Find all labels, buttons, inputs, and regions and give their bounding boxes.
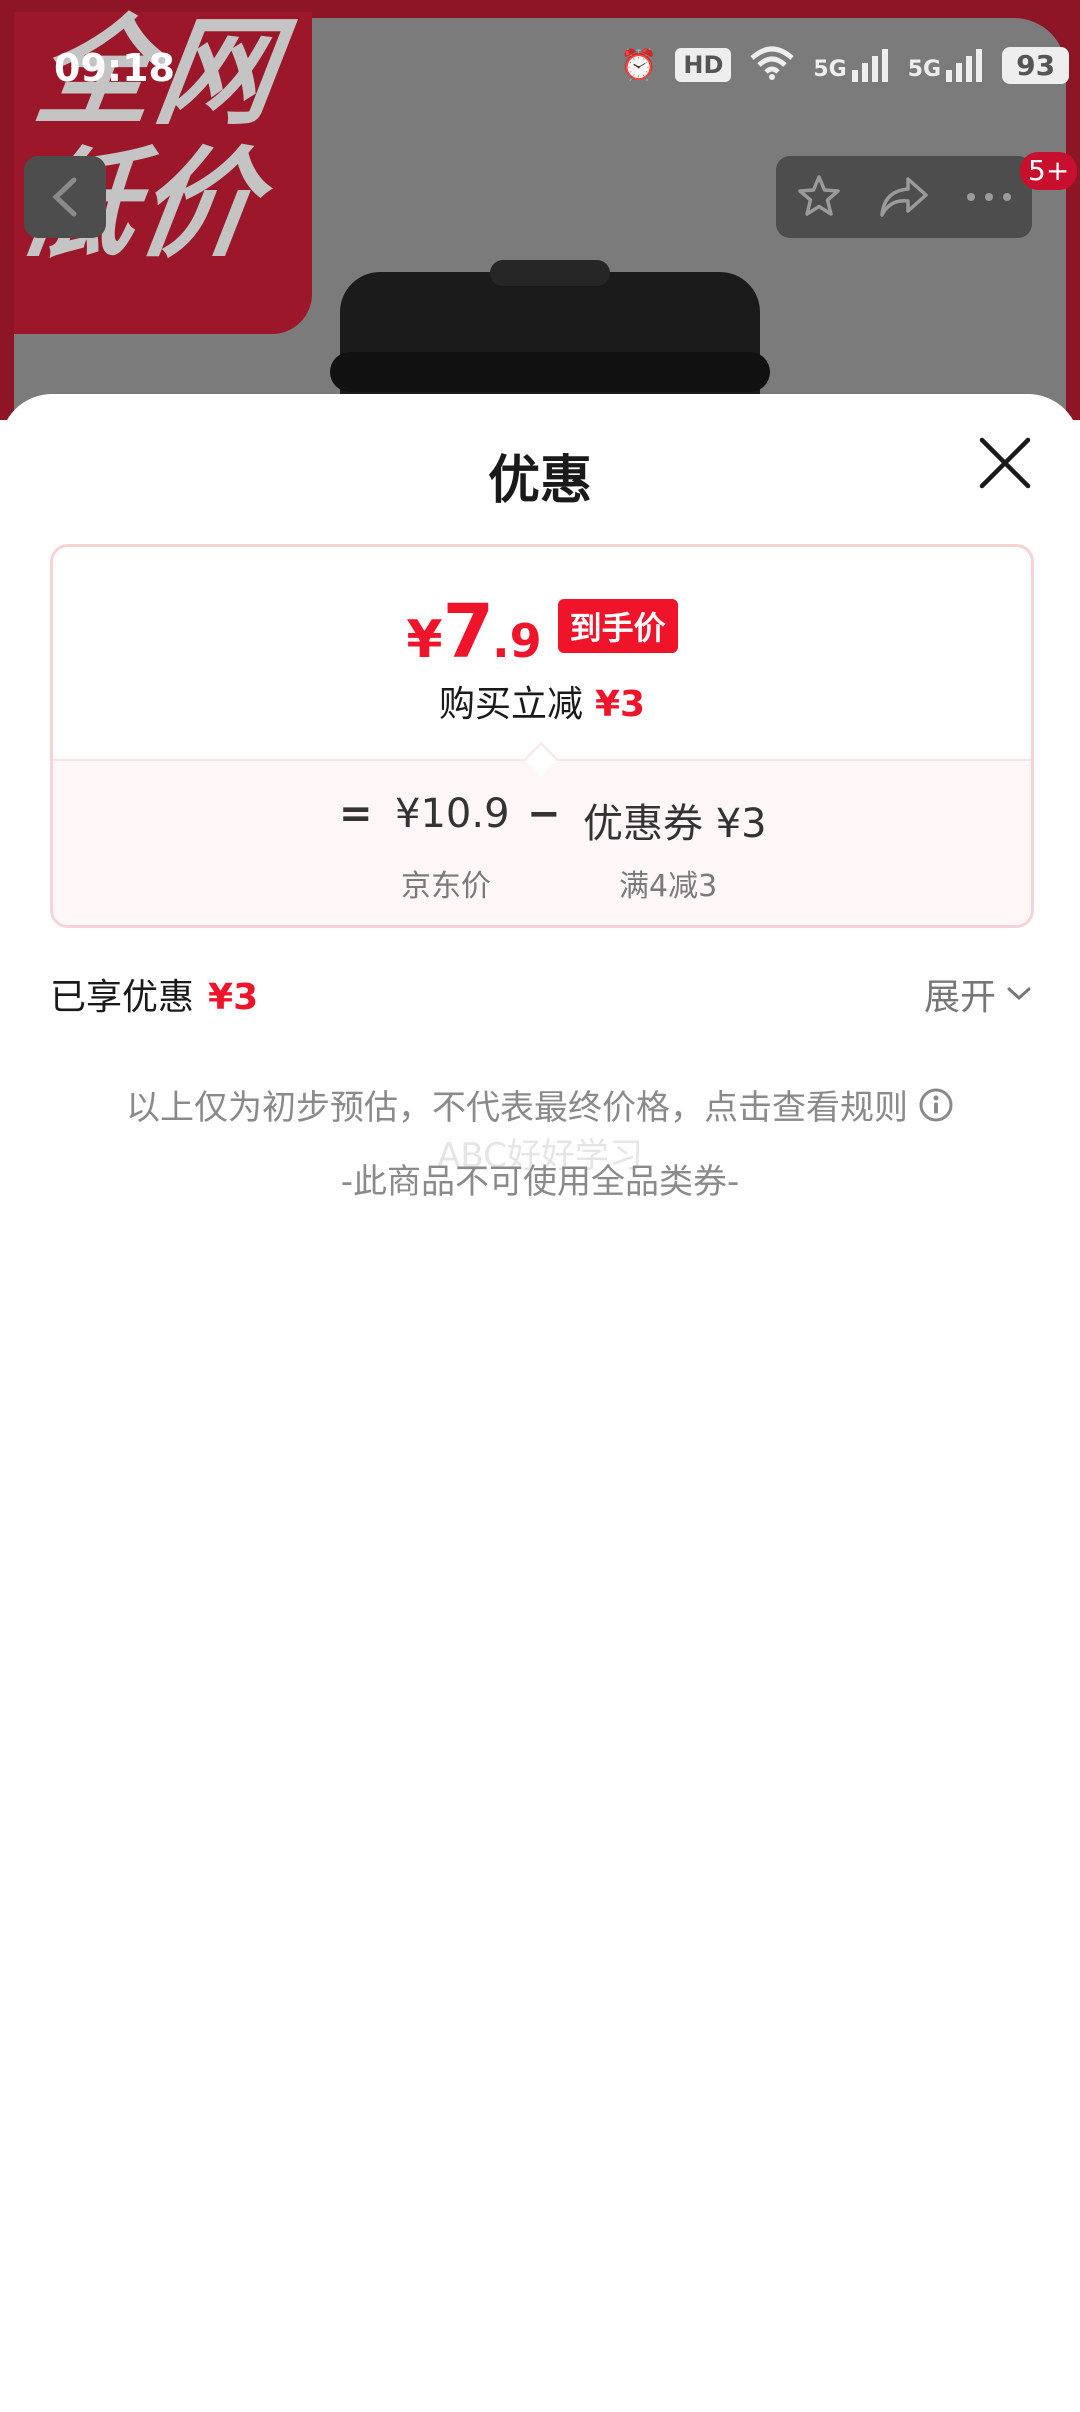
minus-sign: − xyxy=(527,791,561,837)
signal-5g-icon: 5G xyxy=(813,48,889,82)
sheet-title: 优惠 xyxy=(487,451,592,511)
signal-5g-icon: 5G xyxy=(908,48,984,82)
final-price-tag: 到手价 xyxy=(557,599,678,653)
final-price: ¥ 7 .9 到手价 xyxy=(53,589,1031,675)
back-button[interactable] xyxy=(24,156,106,238)
enjoyed-discount-row: 已享优惠 ¥3 xyxy=(50,968,258,1020)
product-cup-lid xyxy=(330,260,770,412)
status-icons: ⏰ HD 5G 5G 93 xyxy=(620,46,1070,84)
wifi-icon xyxy=(749,46,795,84)
cart-count-badge: 5+ xyxy=(1020,152,1078,190)
star-icon xyxy=(797,175,840,216)
price-formula-section: = ¥10.9 − 优惠券 ¥3 京东价 满4减3 xyxy=(53,759,1031,925)
jd-price-label: 京东价 xyxy=(401,869,491,904)
enjoyed-discount-amount: ¥3 xyxy=(208,977,259,1018)
coupon-rule-label: 满4减3 xyxy=(619,869,718,904)
more-button[interactable] xyxy=(954,162,1024,232)
final-price-decimal: .9 xyxy=(492,614,542,668)
share-icon xyxy=(880,177,928,217)
close-icon xyxy=(979,437,1031,489)
hd-icon: HD xyxy=(675,48,732,82)
instant-reduce-label: 购买立减 xyxy=(438,684,583,725)
price-breakdown-card: ¥ 7 .9 到手价 购买立减 ¥3 = ¥10.9 − 优惠券 ¥3 京东价 满… xyxy=(50,544,1034,928)
top-action-group xyxy=(776,156,1032,238)
instant-reduce-row: 购买立减 ¥3 xyxy=(53,675,1031,727)
favorite-button[interactable] xyxy=(784,162,854,232)
coupon-restriction-note: -此商品不可使用全品类券- xyxy=(340,1162,740,1202)
equals-sign: = xyxy=(339,791,373,837)
coupon-value: 优惠券 ¥3 xyxy=(583,801,767,847)
more-icon xyxy=(967,193,1012,201)
jd-price-value: ¥10.9 xyxy=(395,791,510,837)
price-rule-notice[interactable]: 以上仅为初步预估，不代表最终价格，点击查看规则 xyxy=(0,1080,1080,1132)
expand-button[interactable]: 展开 xyxy=(924,968,1032,1020)
discount-sheet: 优惠 ¥ 7 .9 到手价 购买立减 ¥3 = ¥10.9 − 优惠券 ¥3 京东… xyxy=(0,394,1080,2412)
battery-icon: 93 xyxy=(1002,46,1070,84)
final-price-currency: ¥ xyxy=(406,610,443,670)
price-rule-text: 以上仅为初步预估，不代表最终价格，点击查看规则 xyxy=(126,1088,908,1128)
final-price-integer: 7 xyxy=(442,589,494,675)
info-icon xyxy=(918,1087,954,1132)
final-price-section: ¥ 7 .9 到手价 购买立减 ¥3 xyxy=(53,547,1031,757)
share-button[interactable] xyxy=(869,162,939,232)
chevron-down-icon xyxy=(1007,987,1031,1001)
alarm-icon: ⏰ xyxy=(620,47,658,83)
instant-reduce-amount: ¥3 xyxy=(594,684,646,725)
expand-label: 展开 xyxy=(924,977,997,1018)
status-time: 09:18 xyxy=(54,46,175,90)
status-bar: 09:18 ⏰ HD 5G 5G 93 xyxy=(0,0,1080,140)
chevron-left-icon xyxy=(52,177,77,217)
enjoyed-discount-label: 已享优惠 xyxy=(50,977,195,1018)
close-button[interactable] xyxy=(976,434,1034,492)
